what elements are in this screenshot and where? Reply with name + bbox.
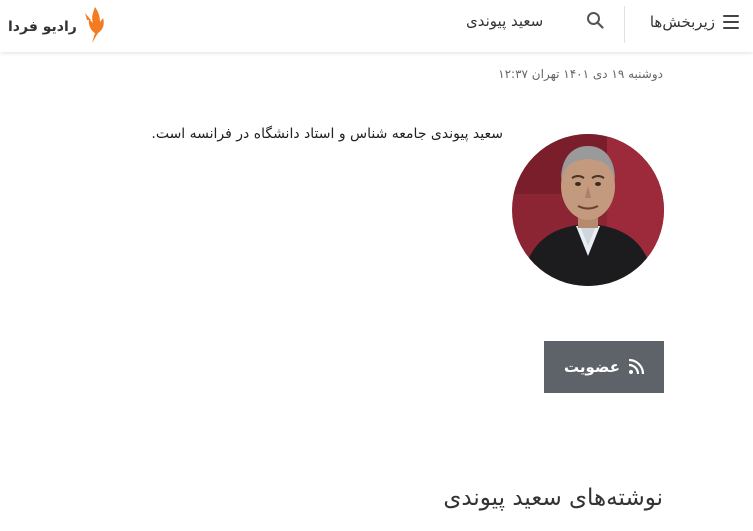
sections-menu-button[interactable]: زیربخش‌ها — [650, 8, 739, 36]
hamburger-icon — [723, 15, 739, 29]
author-articles-heading: نوشته‌های سعید پیوندی — [443, 485, 663, 511]
sections-menu-label: زیربخش‌ها — [649, 13, 715, 31]
search-icon[interactable] — [586, 11, 604, 29]
author-bio: سعید پیوندی جامعه شناس و استاد دانشگاه د… — [151, 126, 503, 142]
subscribe-button[interactable]: عضویت — [544, 341, 664, 393]
author-avatar — [512, 134, 664, 286]
header-divider — [624, 6, 625, 43]
subscribe-label: عضویت — [564, 358, 620, 376]
header-page-title: سعید پیوندی — [466, 12, 544, 30]
radio-farda-logo[interactable]: رادیو فردا — [8, 5, 109, 45]
logo-text: رادیو فردا — [8, 19, 77, 35]
rss-icon — [628, 359, 644, 375]
author-photo — [512, 134, 664, 286]
logo-flame-icon — [84, 7, 104, 43]
site-header: زیربخش‌ها سعید پیوندی رادیو فردا — [0, 0, 753, 52]
current-date: دوشنبه ۱۹ دی ۱۴۰۱ تهران ۱۲:۳۷ — [498, 67, 663, 81]
